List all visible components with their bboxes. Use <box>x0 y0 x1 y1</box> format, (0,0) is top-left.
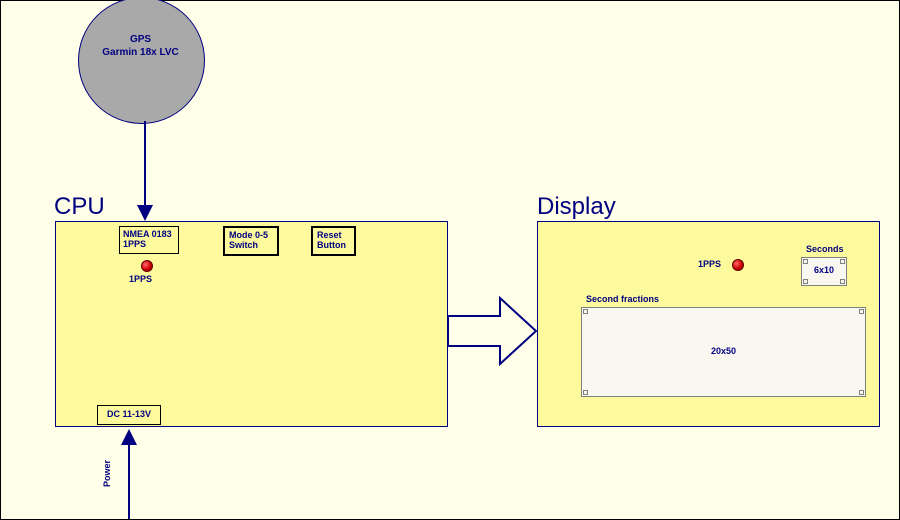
cpu-1pps-led <box>141 260 153 272</box>
power-label: Power <box>102 460 112 487</box>
cpu-1pps-label: 1PPS <box>129 274 152 284</box>
fractions-panel: 20x50 <box>581 307 866 397</box>
fractions-dims: 20x50 <box>711 346 736 356</box>
arrow-gps-to-cpu <box>133 121 157 223</box>
gps-label-line2: Garmin 18x LVC <box>102 47 179 58</box>
seconds-dims: 6x10 <box>814 265 834 275</box>
display-title: Display <box>537 193 616 221</box>
nmea-line1: NMEA 0183 <box>123 229 172 239</box>
gps-module <box>78 0 205 124</box>
dc-power-port: DC 11-13V <box>97 405 161 425</box>
nmea-line2: 1PPS <box>123 239 146 249</box>
fractions-label: Second fractions <box>586 294 659 304</box>
gps-label: GPS Garmin 18x LVC <box>78 33 203 59</box>
arrow-cpu-to-display <box>448 296 538 366</box>
display-1pps-label: 1PPS <box>698 259 721 269</box>
gps-label-line1: GPS <box>130 34 151 45</box>
mode-line1: Mode 0-5 <box>229 230 268 240</box>
reset-line1: Reset <box>317 230 342 240</box>
seconds-panel: 6x10 <box>801 257 847 286</box>
mode-switch[interactable]: Mode 0-5 Switch <box>223 226 279 256</box>
display-1pps-led <box>732 259 744 271</box>
cpu-title: CPU <box>54 193 105 221</box>
nmea-port: NMEA 0183 1PPS <box>119 226 179 254</box>
reset-button[interactable]: Reset Button <box>311 226 356 256</box>
reset-line2: Button <box>317 240 346 250</box>
mode-line2: Switch <box>229 240 258 250</box>
seconds-label: Seconds <box>806 244 844 254</box>
arrow-power-in <box>117 427 141 519</box>
